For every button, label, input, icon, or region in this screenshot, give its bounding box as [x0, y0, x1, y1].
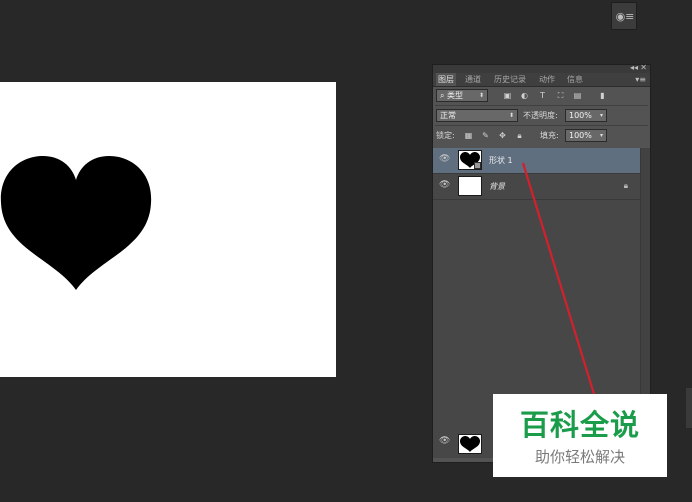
lock-move-icon[interactable]: ✥	[497, 130, 508, 141]
chevron-down-icon[interactable]: ▾	[600, 110, 603, 121]
divider	[435, 105, 648, 106]
image-filter-icon[interactable]: ▣	[502, 90, 513, 101]
panel-tabs: 图层 通道 历史记录 动作 信息 ▾≡	[433, 73, 650, 87]
edge-grip[interactable]	[686, 388, 692, 428]
panel-icon: ◉≡	[615, 10, 635, 23]
layer-thumbnail	[458, 434, 482, 454]
filter-toggle-icon[interactable]: ▮	[597, 90, 608, 101]
heart-thumbnail-icon	[460, 436, 480, 452]
layer-thumbnail	[458, 176, 482, 196]
chevron-down-icon: ⬍	[508, 112, 514, 119]
opacity-field[interactable]: 100% ▾	[565, 109, 607, 122]
adjustment-filter-icon[interactable]: ◐	[519, 90, 530, 101]
type-filter-icon[interactable]: T	[537, 90, 548, 101]
layer-thumbnail	[458, 150, 482, 170]
fill-value: 100%	[569, 131, 592, 140]
panel-menu-icon[interactable]: ▾≡	[635, 73, 646, 86]
tab-info[interactable]: 信息	[565, 73, 585, 86]
watermark-title: 百科全说	[519, 408, 640, 442]
smart-object-filter-icon[interactable]: ▤	[572, 90, 583, 101]
opacity-value: 100%	[569, 111, 592, 120]
panel-header: ◂◂ ✕	[433, 63, 650, 73]
layer-row-background[interactable]: 👁︎ 背景 🔒︎	[433, 174, 640, 200]
lock-all-icon[interactable]: 🔒︎	[514, 130, 525, 141]
chevron-down-icon[interactable]: ▾	[600, 130, 603, 141]
blend-mode-value: 正常	[440, 111, 456, 120]
layer-name[interactable]: 形状 1	[489, 155, 513, 166]
chevron-down-icon: ⬍	[478, 92, 484, 99]
eye-icon[interactable]: 👁︎	[439, 180, 450, 190]
layer-filter-value: 类型	[447, 91, 464, 100]
tab-channels[interactable]: 通道	[463, 73, 483, 86]
tab-layers[interactable]: 图层	[436, 73, 456, 86]
watermark: 百科全说 助你轻松解决	[493, 394, 667, 477]
lock-icon: 🔒︎	[623, 181, 628, 190]
layer-row-shape-1[interactable]: 👁︎ 形状 1	[433, 148, 640, 174]
shape-filter-icon[interactable]: ⛶	[555, 90, 566, 101]
layer-filter-dropdown[interactable]: ⌕ 类型 ⬍	[436, 89, 488, 102]
fill-field[interactable]: 100% ▾	[565, 129, 607, 142]
eye-icon[interactable]: 👁︎	[439, 154, 450, 164]
tab-history[interactable]: 历史记录	[492, 73, 528, 86]
watermark-subtitle: 助你轻松解决	[534, 448, 625, 466]
collapse-icon[interactable]: ◂◂	[630, 63, 638, 72]
opacity-label: 不透明度:	[523, 111, 558, 120]
close-icon[interactable]: ✕	[640, 63, 647, 72]
search-icon: ⌕	[440, 91, 448, 100]
blend-mode-dropdown[interactable]: 正常 ⬍	[436, 109, 518, 122]
collapsed-panel-button[interactable]: ◉≡	[611, 2, 637, 30]
tab-actions[interactable]: 动作	[537, 73, 557, 86]
vector-mask-icon	[474, 162, 481, 169]
eye-icon[interactable]: 👁︎	[439, 436, 450, 446]
lock-brush-icon[interactable]: ✎	[480, 130, 491, 141]
layer-name[interactable]: 背景	[489, 181, 505, 192]
lock-transparency-icon[interactable]: ▦	[463, 130, 474, 141]
heart-shape[interactable]	[0, 148, 158, 293]
fill-label: 填充:	[540, 131, 559, 140]
lock-label: 锁定:	[436, 131, 455, 140]
divider	[435, 125, 648, 126]
